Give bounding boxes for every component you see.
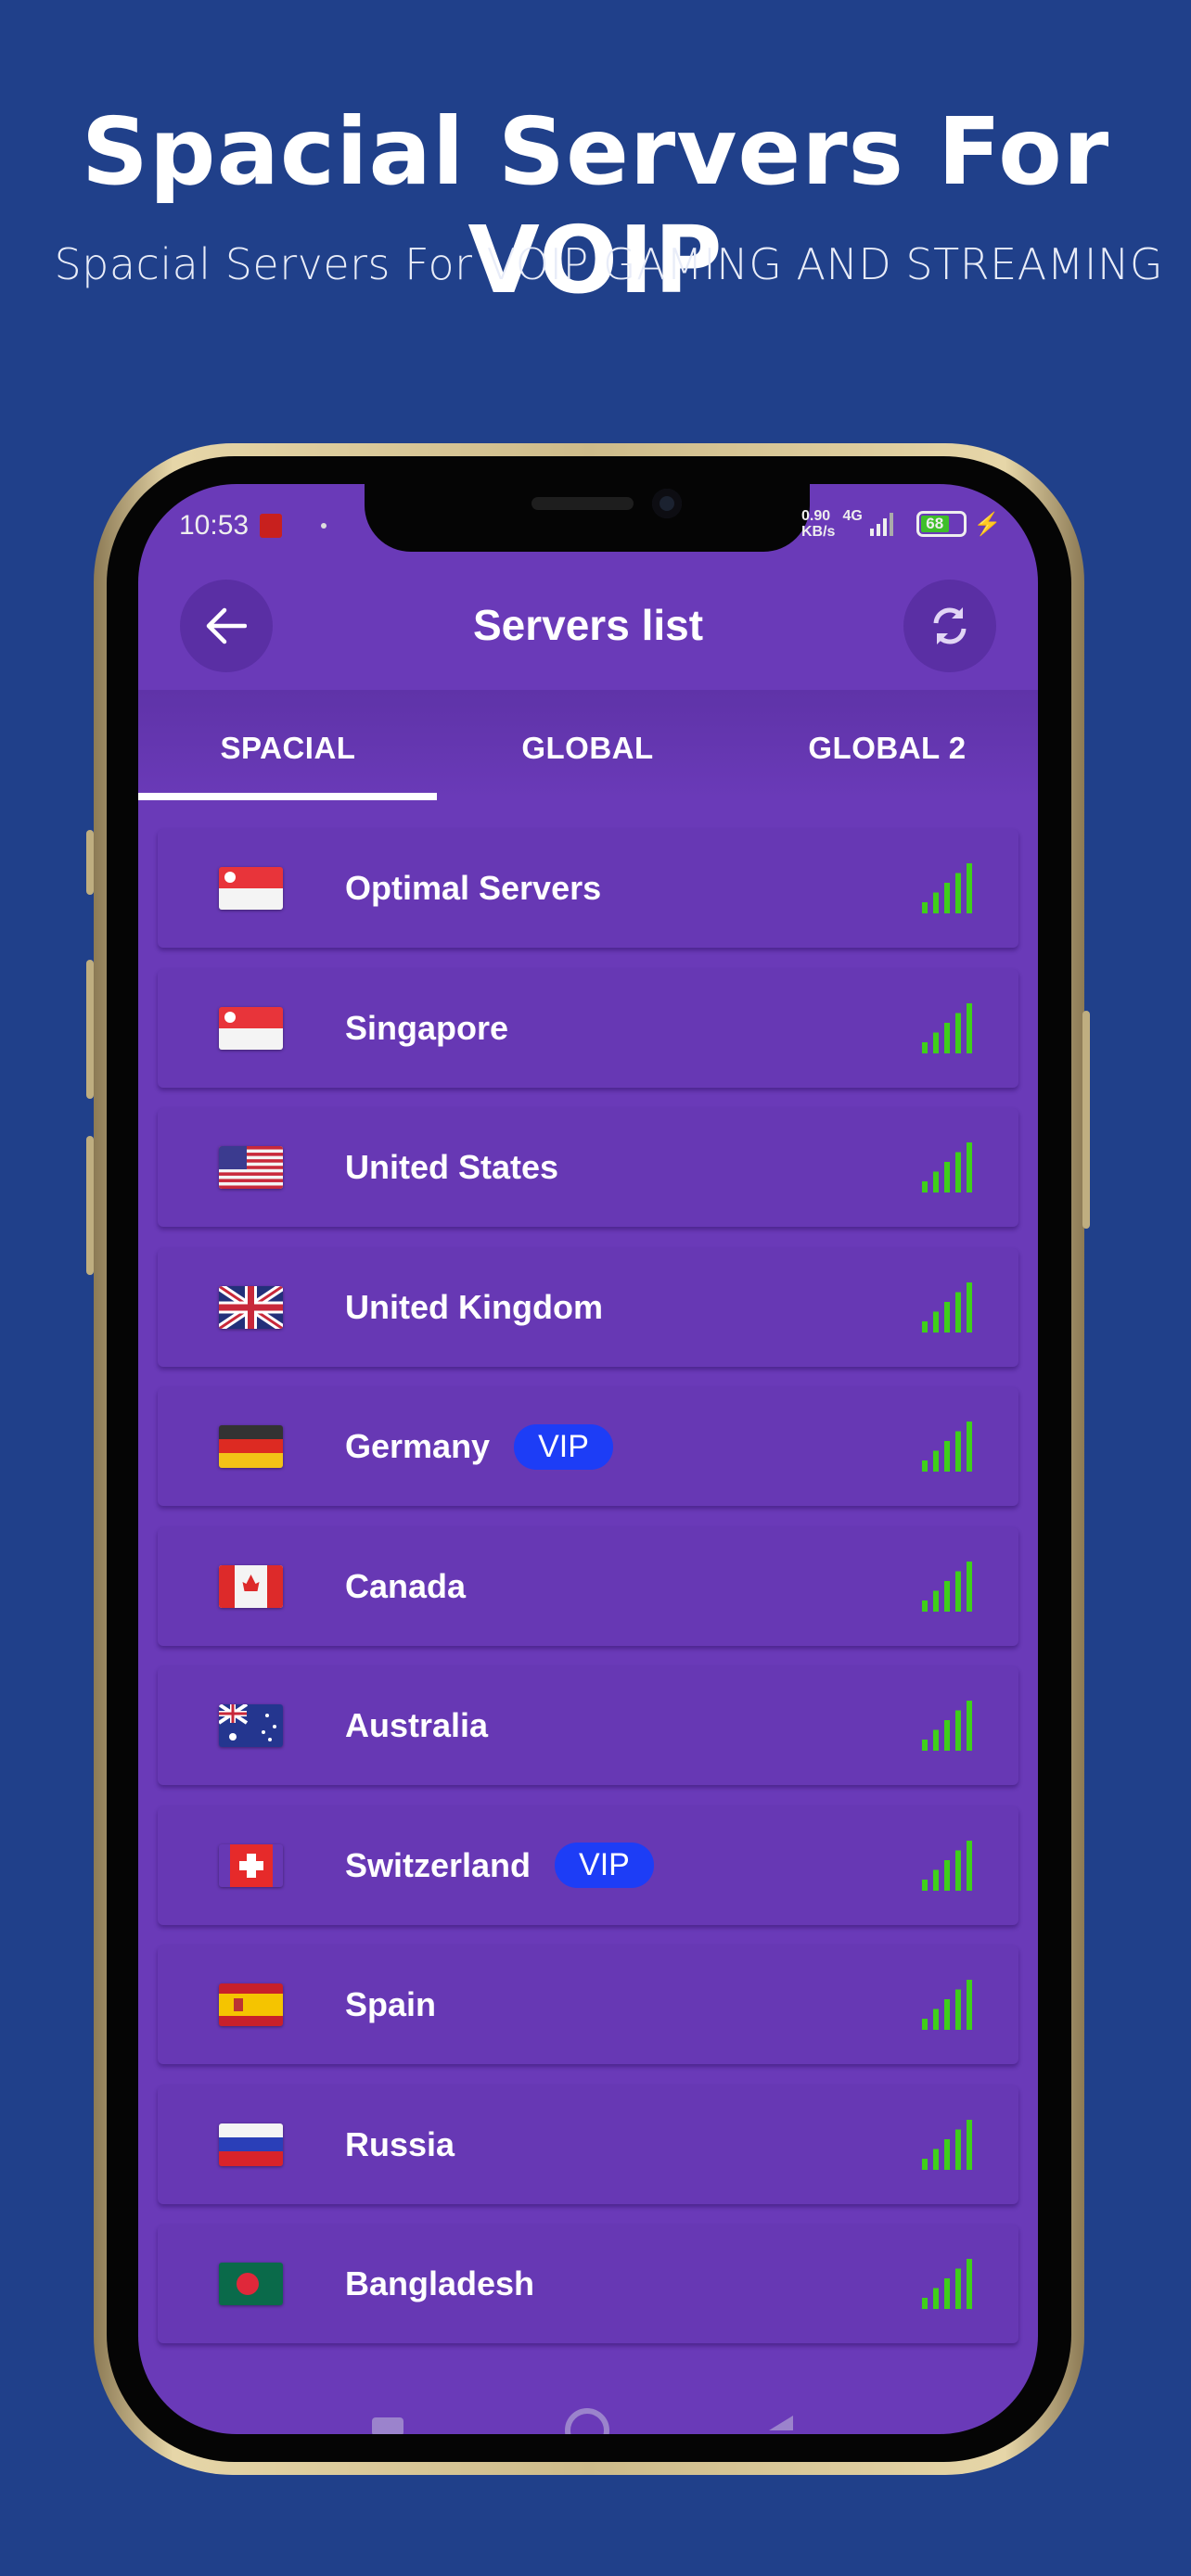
phone-volume-up [86, 960, 94, 1099]
server-row[interactable]: United States [158, 1108, 1018, 1227]
server-row[interactable]: United Kingdom [158, 1247, 1018, 1367]
server-name-wrap: Singapore [345, 1009, 508, 1048]
notification-icon [260, 514, 283, 538]
flag-icon-gb [219, 1285, 283, 1329]
vip-badge: VIP [555, 1843, 654, 1888]
promo-subtitle: Spacial Servers For VOIP GAMING AND STRE… [54, 239, 1163, 289]
signal-strength-icon [922, 2119, 972, 2170]
battery-level: 68 [920, 516, 949, 532]
signal-strength-icon [922, 1980, 972, 2030]
signal-strength-icon [922, 863, 972, 913]
flag-icon-de [219, 1425, 283, 1468]
server-name-wrap: Russia [345, 2125, 455, 2164]
cell-signal-icon [869, 513, 893, 536]
flag-icon-us [219, 1146, 283, 1189]
server-name-wrap: Spain [345, 1985, 436, 2024]
server-row[interactable]: Germany VIP [158, 1387, 1018, 1506]
status-time: 10:53 [179, 510, 250, 541]
signal-strength-icon [922, 1422, 972, 1472]
flag-icon-ch [230, 1843, 273, 1887]
server-name: United Kingdom [345, 1287, 603, 1326]
server-name: Russia [345, 2124, 455, 2163]
signal-strength-icon [922, 1840, 972, 1891]
phone-side-button [86, 830, 94, 895]
server-row[interactable]: Canada [158, 1526, 1018, 1646]
net-speed: 0.90 [801, 508, 831, 524]
server-name-wrap: Bangladesh [345, 2264, 534, 2303]
tab-global[interactable]: GLOBAL [438, 731, 737, 766]
toolbar: 10:53 0.90 KB/s 4G 68 ⚡ Servers list [138, 484, 1038, 690]
server-row[interactable]: Optimal Servers [158, 829, 1018, 948]
server-name: Australia [345, 1706, 489, 1744]
tab-indicator [138, 793, 437, 800]
signal-strength-icon [922, 1561, 972, 1612]
server-row[interactable]: Australia [158, 1666, 1018, 1785]
home-icon [565, 2408, 609, 2434]
phone-volume-down [86, 1136, 94, 1275]
server-list: Optimal Servers Singapore United States … [158, 829, 1018, 2365]
flag-icon-es [219, 1983, 283, 2026]
phone-power-button [1082, 1011, 1090, 1229]
server-name-wrap: United States [345, 1148, 558, 1187]
dot-icon [321, 523, 327, 529]
server-name-wrap: Canada [345, 1567, 466, 1606]
system-nav-bar [138, 2408, 1038, 2434]
server-name: Bangladesh [345, 2264, 535, 2302]
app-screen: 10:53 0.90 KB/s 4G 68 ⚡ Servers list SPA… [138, 484, 1038, 2434]
server-row[interactable]: Singapore [158, 968, 1018, 1088]
charging-icon: ⚡ [973, 511, 1002, 537]
signal-strength-icon [922, 1282, 972, 1333]
network-type: 4G [842, 508, 863, 524]
net-unit: KB/s [801, 524, 836, 540]
tab-global-2[interactable]: GLOBAL 2 [737, 731, 1037, 766]
flag-icon-sg [219, 867, 283, 910]
server-name: Switzerland [345, 1845, 531, 1884]
server-name-wrap: United Kingdom [345, 1288, 603, 1327]
refresh-button[interactable] [903, 580, 996, 672]
status-right: 0.90 KB/s 4G 68 ⚡ [801, 508, 1002, 540]
signal-strength-icon [922, 2259, 972, 2309]
tab-spacial[interactable]: SPACIAL [138, 731, 438, 766]
server-name-wrap: Optimal Servers [345, 869, 601, 908]
flag-icon-ru [219, 2123, 283, 2166]
signal-strength-icon [922, 1002, 972, 1053]
vip-badge: VIP [514, 1423, 613, 1470]
signal-strength-icon [922, 1701, 972, 1751]
server-name: Canada [345, 1566, 467, 1605]
server-name-wrap: Germany VIP [345, 1423, 613, 1470]
flag-icon-au [219, 1704, 283, 1747]
server-name: Germany [345, 1427, 491, 1465]
recents-icon [372, 2417, 403, 2434]
server-row[interactable]: Spain [158, 1945, 1018, 2064]
server-name: Optimal Servers [345, 869, 602, 907]
server-name: Spain [345, 1985, 437, 2023]
server-name: United States [345, 1148, 559, 1186]
signal-strength-icon [922, 1142, 972, 1192]
flag-icon-ca [219, 1564, 283, 1608]
server-row[interactable]: Switzerland VIP [158, 1805, 1018, 1925]
notch [365, 484, 810, 552]
flag-icon-bd [219, 2263, 283, 2305]
tab-bar: SPACIAL GLOBAL GLOBAL 2 [138, 690, 1038, 800]
server-name-wrap: Switzerland VIP [345, 1843, 654, 1888]
refresh-icon [933, 607, 967, 644]
server-row[interactable]: Bangladesh [158, 2225, 1018, 2343]
server-name: Singapore [345, 1008, 509, 1047]
server-row[interactable]: Russia [158, 2085, 1018, 2204]
battery-icon: 68 [916, 511, 967, 537]
back-nav-icon [769, 2416, 793, 2430]
status-left: 10:53 [179, 510, 327, 542]
server-name-wrap: Australia [345, 1706, 488, 1745]
flag-icon-sg [219, 1006, 283, 1050]
